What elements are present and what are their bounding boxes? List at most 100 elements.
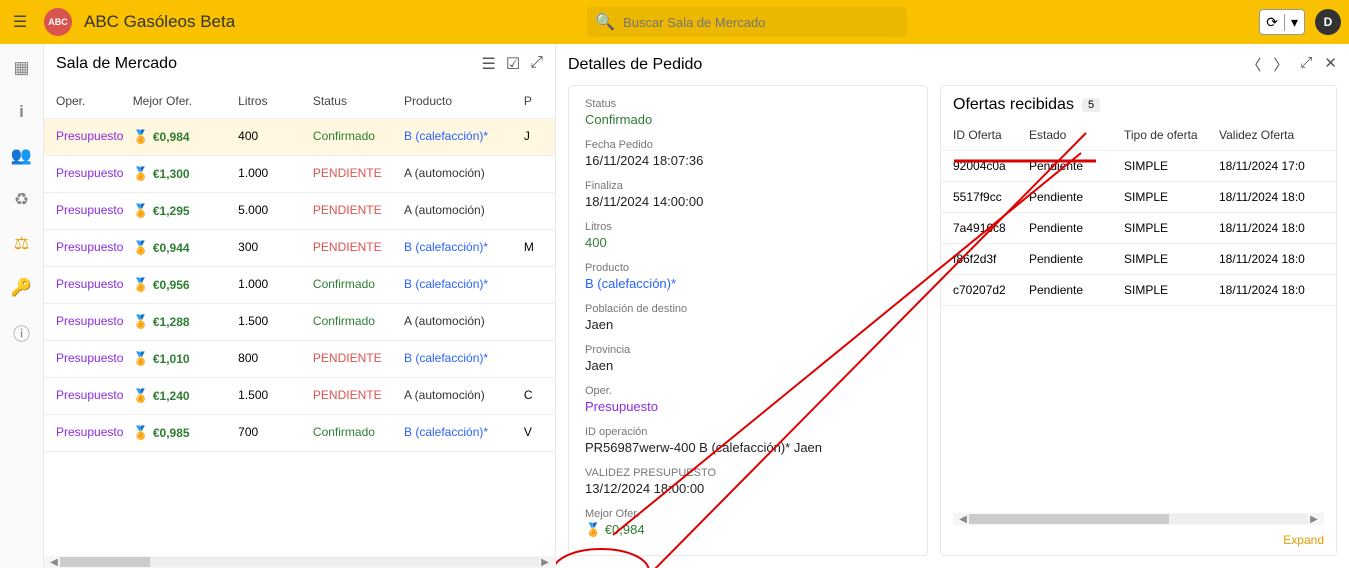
- sidebar-item-info[interactable]: i: [8, 98, 36, 126]
- ocol-validez[interactable]: Validez Oferta: [1219, 128, 1319, 142]
- menu-icon[interactable]: ☰: [8, 10, 32, 34]
- scroll-right-icon[interactable]: ▶: [1308, 514, 1320, 525]
- offers-row[interactable]: 92004c0aPendienteSIMPLE18/11/2024 17:0: [941, 151, 1336, 182]
- sidebar-item-key[interactable]: 🔑: [8, 274, 36, 302]
- scroll-right-icon[interactable]: ▶: [539, 557, 551, 568]
- cell-status: PENDIENTE: [313, 240, 404, 256]
- label-idop: ID operación: [585, 426, 911, 438]
- expand-link[interactable]: Expand: [1283, 533, 1324, 547]
- cell-offer-estado: Pendiente: [1029, 283, 1124, 297]
- select-icon[interactable]: ☑: [506, 54, 520, 74]
- ocol-id[interactable]: ID Oferta: [953, 128, 1029, 142]
- avatar[interactable]: D: [1315, 9, 1341, 35]
- close-icon[interactable]: ✕: [1324, 54, 1337, 75]
- label-oper: Oper.: [585, 385, 911, 397]
- sidebar-item-dashboard[interactable]: ▦: [8, 54, 36, 82]
- sidebar-item-help[interactable]: ⓘ: [8, 318, 36, 346]
- offers-row[interactable]: 5517f9ccPendienteSIMPLE18/11/2024 18:0: [941, 182, 1336, 213]
- medal-icon: 🏅: [133, 166, 149, 182]
- col-litros[interactable]: Litros: [238, 94, 313, 108]
- scroll-left-icon[interactable]: ◀: [957, 514, 969, 525]
- medal-icon: 🏅: [585, 522, 601, 537]
- value-idop: PR56987werw-400 B (calefacción)* Jaen: [585, 440, 911, 455]
- cell-offer-id: 92004c0a: [953, 159, 1029, 173]
- offers-row[interactable]: c70207d2PendienteSIMPLE18/11/2024 18:0: [941, 275, 1336, 306]
- col-oper[interactable]: Oper.: [56, 94, 133, 108]
- search-input[interactable]: [623, 15, 899, 30]
- table-row[interactable]: Presupuesto🏅€0,944300PENDIENTEB (calefac…: [44, 230, 555, 267]
- value-oper: Presupuesto: [585, 399, 911, 414]
- cell-offer-tipo: SIMPLE: [1124, 252, 1219, 266]
- cell-offer-validez: 18/11/2024 18:0: [1219, 252, 1319, 266]
- panel-title: Sala de Mercado: [56, 55, 482, 73]
- cell-rest: V: [524, 425, 543, 441]
- cell-ofer: 🏅€0,985: [133, 425, 238, 441]
- table-row[interactable]: Presupuesto🏅€0,985700ConfirmadoB (calefa…: [44, 415, 555, 452]
- expand-icon[interactable]: ⤢: [530, 54, 543, 74]
- offers-horizontal-scrollbar[interactable]: ◀ ▶: [953, 513, 1324, 525]
- col-producto[interactable]: Producto: [404, 94, 524, 108]
- cell-status: Confirmado: [313, 277, 404, 293]
- cell-offer-tipo: SIMPLE: [1124, 221, 1219, 235]
- sync-icon[interactable]: ⟳: [1260, 14, 1285, 31]
- horizontal-scrollbar[interactable]: ◀ ▶: [44, 556, 555, 568]
- cell-oper: Presupuesto: [56, 314, 133, 330]
- cell-producto: A (automoción): [404, 203, 524, 219]
- cell-litros: 800: [238, 351, 313, 367]
- cell-oper: Presupuesto: [56, 388, 133, 404]
- details-card: StatusConfirmado Fecha Pedido16/11/2024 …: [568, 85, 928, 556]
- sidebar-item-users[interactable]: 👥: [8, 142, 36, 170]
- table-row[interactable]: Presupuesto🏅€0,984400ConfirmadoB (calefa…: [44, 119, 555, 156]
- cell-status: PENDIENTE: [313, 166, 404, 182]
- col-status[interactable]: Status: [313, 94, 404, 108]
- cell-offer-validez: 18/11/2024 17:0: [1219, 159, 1319, 173]
- cell-rest: [524, 277, 543, 293]
- value-status: Confirmado: [585, 112, 911, 127]
- table-row[interactable]: Presupuesto🏅€1,2401.500PENDIENTEA (autom…: [44, 378, 555, 415]
- table-header: Oper. Mejor Ofer. Litros Status Producto…: [44, 84, 555, 119]
- sidebar-item-balance[interactable]: ⚖: [8, 230, 36, 258]
- scroll-left-icon[interactable]: ◀: [48, 557, 60, 568]
- table-row[interactable]: Presupuesto🏅€1,3001.000PENDIENTEA (autom…: [44, 156, 555, 193]
- filter-icon[interactable]: ☰: [482, 54, 496, 74]
- cell-rest: [524, 314, 543, 330]
- app-header: ☰ ABC ABC Gasóleos Beta 🔍 ⟳ ▾ D: [0, 0, 1349, 44]
- value-validez: 13/12/2024 18:00:00: [585, 481, 911, 496]
- col-ofer[interactable]: Mejor Ofer.: [133, 94, 238, 108]
- value-fecha: 16/11/2024 18:07:36: [585, 153, 911, 168]
- value-finaliza: 18/11/2024 14:00:00: [585, 194, 911, 209]
- cell-rest: M: [524, 240, 543, 256]
- cell-rest: [524, 351, 543, 367]
- cell-producto: B (calefacción)*: [404, 240, 524, 256]
- table-row[interactable]: Presupuesto🏅€1,010800PENDIENTEB (calefac…: [44, 341, 555, 378]
- next-icon[interactable]: 〉: [1273, 54, 1288, 75]
- value-litros: 400: [585, 235, 911, 250]
- table-row[interactable]: Presupuesto🏅€0,9561.000ConfirmadoB (cale…: [44, 267, 555, 304]
- cell-producto: B (calefacción)*: [404, 425, 524, 441]
- cell-ofer: 🏅€1,288: [133, 314, 238, 330]
- cell-rest: [524, 203, 543, 219]
- sidebar-item-recycle[interactable]: ♻: [8, 186, 36, 214]
- cell-offer-estado: Pendiente: [1029, 159, 1124, 173]
- offers-row[interactable]: 7a4916c8PendienteSIMPLE18/11/2024 18:0: [941, 213, 1336, 244]
- ocol-estado[interactable]: Estado: [1029, 128, 1124, 142]
- offers-card: Ofertas recibidas 5 ID Oferta Estado Tip…: [940, 85, 1337, 556]
- cell-ofer: 🏅€1,240: [133, 388, 238, 404]
- ocol-tipo[interactable]: Tipo de oferta: [1124, 128, 1219, 142]
- dropdown-arrow-icon[interactable]: ▾: [1285, 14, 1304, 31]
- label-validez: VALIDEZ PRESUPUESTO: [585, 467, 911, 479]
- cell-ofer: 🏅€0,944: [133, 240, 238, 256]
- cell-producto: B (calefacción)*: [404, 351, 524, 367]
- sync-button[interactable]: ⟳ ▾: [1259, 9, 1305, 35]
- cell-offer-estado: Pendiente: [1029, 252, 1124, 266]
- cell-producto: B (calefacción)*: [404, 129, 524, 145]
- fullscreen-icon[interactable]: ⤢: [1300, 54, 1312, 75]
- search-bar[interactable]: 🔍: [587, 7, 907, 37]
- table-row[interactable]: Presupuesto🏅€1,2881.500ConfirmadoA (auto…: [44, 304, 555, 341]
- offers-vertical-scrollbar[interactable]: [1324, 124, 1334, 515]
- prev-icon[interactable]: 〈: [1246, 54, 1261, 75]
- medal-icon: 🏅: [133, 240, 149, 256]
- sidebar: ▦ i 👥 ♻ ⚖ 🔑 ⓘ: [0, 44, 44, 568]
- table-row[interactable]: Presupuesto🏅€1,2955.000PENDIENTEA (autom…: [44, 193, 555, 230]
- offers-row[interactable]: f86f2d3fPendienteSIMPLE18/11/2024 18:0: [941, 244, 1336, 275]
